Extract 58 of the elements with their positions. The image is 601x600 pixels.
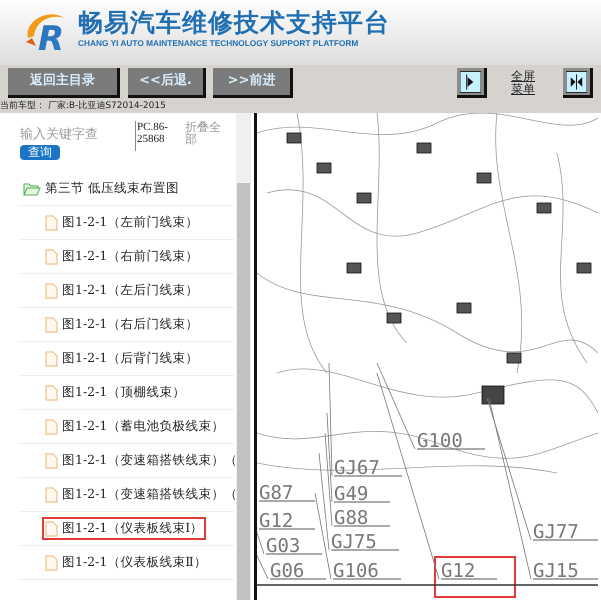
tree-item[interactable]: 图1-2-1（左后门线束） <box>42 279 202 302</box>
connector-label: G87 <box>258 482 316 504</box>
connector-label: G88 <box>334 507 390 529</box>
document-icon <box>45 248 58 264</box>
tree-item[interactable]: 图1-2-1（右后门线束） <box>42 313 202 336</box>
folder-icon <box>23 182 41 196</box>
tree-item-label: 图1-2-1（左前门线束） <box>62 213 198 232</box>
tree-item-label: 图1-2-1（蓄电池负极线束） <box>62 417 224 436</box>
tree-item-label: 图1-2-1（仪表板线束Ⅱ） <box>62 553 207 572</box>
site-subtitle: CHANG YI AUTO MAINTENANCE TECHNOLOGY SUPPORT PLATFORM <box>78 38 360 48</box>
connector-label: GJ15 <box>532 560 598 582</box>
tree-item[interactable]: 图1-2-1（仪表板线束Ⅰ） <box>42 517 206 540</box>
document-icon <box>45 486 58 502</box>
tree-item-label: 图1-2-1（变速箱搭铁线束）（ <box>62 485 238 504</box>
connector-label: G106 <box>332 560 402 582</box>
search-field[interactable]: 输入关键字查 <box>20 125 120 144</box>
connector-label: GJ77 <box>532 521 598 543</box>
document-icon <box>45 520 58 536</box>
vehicle-info: 当前车型： 厂家:B-比亚迪S72014-2015 <box>0 100 601 113</box>
document-icon <box>45 418 58 434</box>
document-icon <box>45 554 58 570</box>
document-icon <box>45 316 58 332</box>
highlighted-connector-label: G12 <box>434 556 516 598</box>
connector-label: G03 <box>266 535 322 557</box>
tree-item-label: 图1-2-1（后背门线束） <box>62 349 198 368</box>
search-button[interactable]: 查询 <box>20 145 60 160</box>
tree-item-label: 图1-2-1（顶棚线束） <box>62 383 186 402</box>
tree-item-label: 图1-2-1（左后门线束） <box>62 281 198 300</box>
tree-item[interactable]: 图1-2-1（右前门线束） <box>42 245 202 268</box>
logo: R <box>22 8 70 54</box>
connector-label: G49 <box>334 483 390 505</box>
document-icon <box>45 282 58 298</box>
tree-item-label: 图1-2-1（变速箱搭铁线束）（ <box>62 451 238 470</box>
document-icon <box>45 350 58 366</box>
tree-item[interactable]: 图1-2-1（左前门线束） <box>42 211 202 234</box>
tree-item[interactable]: 图1-2-1（顶棚线束） <box>42 381 188 404</box>
phone-number: PC.86-25868 <box>135 121 173 151</box>
tree-item[interactable]: 图1-2-1（仪表板线束Ⅱ） <box>42 551 210 574</box>
tree-item[interactable]: 图1-2-1（后背门线束） <box>42 347 202 370</box>
tree-item-label: 图1-2-1（仪表板线束Ⅰ） <box>62 519 204 538</box>
tree-item[interactable]: 图1-2-1（变速箱搭铁线束）（ <box>42 483 240 506</box>
document-icon <box>45 452 58 468</box>
tree-item-label: 图1-2-1（右前门线束） <box>62 247 198 266</box>
tree-item-label: 第三节 低压线束布置图 <box>45 179 179 198</box>
connector-label: G06 <box>270 560 326 582</box>
connector-label: G12 <box>258 510 316 532</box>
tree-item[interactable]: 图1-2-1（变速箱搭铁线束）（ <box>42 449 240 472</box>
tree-item[interactable]: 第三节 低压线束布置图 <box>20 177 182 200</box>
site-title: 畅易汽车维修技术支持平台 <box>78 8 390 38</box>
document-icon <box>45 214 58 230</box>
fullscreen-menu-link[interactable]: 全屏菜单 <box>511 70 539 96</box>
connector-label: GJ75 <box>330 531 400 553</box>
collapse-sidebar-button[interactable] <box>563 68 593 98</box>
expand-sidebar-button[interactable] <box>457 68 487 98</box>
tree-item-label: 图1-2-1（右后门线束） <box>62 315 198 334</box>
tree-item[interactable]: 图1-2-1（蓄电池负极线束） <box>42 415 228 438</box>
scrollbar[interactable] <box>236 113 251 600</box>
document-icon <box>45 384 58 400</box>
